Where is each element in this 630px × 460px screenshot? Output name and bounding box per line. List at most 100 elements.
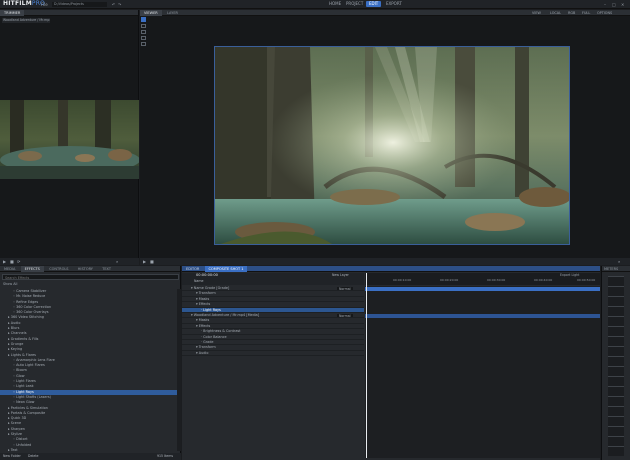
timeline-row-label: Audio [198, 350, 209, 355]
effect-item-label: Lights & Flares [10, 352, 36, 357]
play-icon[interactable]: ▶ [3, 259, 6, 264]
search-effects-box[interactable] [2, 274, 179, 281]
loop-icon[interactable]: ⟳ [17, 259, 20, 264]
nav-export[interactable]: EXPORT [383, 1, 405, 7]
full-control[interactable]: FULL [582, 11, 590, 15]
effect-item[interactable]: ▸ Text [0, 448, 177, 451]
timeline-tracks[interactable] [365, 273, 600, 458]
ruler-tick: 00:00:50:00 [577, 278, 596, 282]
new-folder-button[interactable]: New Folder [3, 454, 21, 458]
top-bar: HITFILMPRO File D:/Videos/Projects ↶ ↷ H… [0, 0, 630, 9]
delete-button[interactable]: Delete [28, 454, 38, 458]
effect-item-label: Channels [10, 331, 27, 336]
meter-tick [608, 296, 624, 297]
meter-tick [608, 306, 624, 307]
effect-item-label: Neon Glow [16, 400, 35, 405]
effect-item-label: Grunge [10, 341, 24, 346]
tab-media[interactable]: MEDIA [0, 266, 19, 272]
close-icon[interactable]: ✕ [621, 2, 624, 7]
tab-controls[interactable]: CONTROLS [45, 266, 72, 272]
effect-item-label: Portals & Composite [10, 410, 46, 415]
effect-item-label: Distort [16, 437, 28, 442]
effect-item-label: Refine Edges [16, 299, 39, 304]
timeline-row[interactable]: ▾ Audio [182, 350, 364, 357]
file-menu[interactable]: File [41, 3, 48, 7]
export-button[interactable]: Export Light [560, 273, 579, 277]
nav-home[interactable]: HOME [326, 1, 344, 7]
effect-item-label: Scene [10, 421, 22, 426]
effects-scrollbar[interactable] [177, 289, 181, 451]
effects-panel: MEDIA EFFECTS CONTROLS HISTORY TEXT Show… [0, 266, 181, 460]
effect-item-label: Gradients & Fills [10, 336, 39, 341]
timeline-row-label: Effects [198, 323, 211, 328]
nav-project[interactable]: PROJECT [343, 1, 366, 7]
trimmer-video-frame[interactable] [0, 100, 139, 179]
tab-viewer[interactable]: VIEWER [140, 10, 162, 16]
name-column-header: Name [194, 279, 204, 283]
move-tool-icon[interactable] [141, 24, 146, 28]
show-all-select[interactable]: Show All [3, 282, 17, 286]
maximize-icon[interactable]: □ [612, 2, 616, 7]
project-path[interactable]: D:/Videos/Projects [52, 2, 107, 7]
viewer-play-icon[interactable]: ▶ [143, 259, 146, 264]
items-count: 915 Items [157, 454, 174, 458]
meter-tick [608, 346, 624, 347]
effect-item-label: 360 Color Correction [16, 304, 52, 309]
redo-icon[interactable]: ↷ [118, 2, 121, 7]
search-effects-input[interactable] [3, 275, 175, 281]
media-layer-bar[interactable] [365, 314, 600, 318]
blend-mode-select[interactable]: Normal [337, 313, 353, 318]
timeline-row-label: Effects [198, 302, 211, 307]
hand-tool-icon[interactable] [141, 42, 146, 46]
effect-item-label: Glow [16, 373, 25, 378]
viewer-stop-icon[interactable]: ■ [150, 259, 154, 264]
mask-tool-icon[interactable] [141, 30, 146, 34]
pen-tool-icon[interactable] [141, 36, 146, 40]
tab-effects[interactable]: EFFECTS [20, 266, 44, 272]
meter-tick [608, 396, 624, 397]
effect-item-label: Camera Stabilizer [16, 289, 47, 293]
tab-editor[interactable]: EDITOR [182, 266, 203, 272]
timeline-row-label: Masks [198, 296, 210, 301]
rgb-control[interactable]: RGB [568, 11, 575, 15]
tab-layer[interactable]: LAYER [163, 10, 182, 16]
tab-composite-shot[interactable]: COMPOSITE SHOT 1 [204, 266, 248, 272]
effect-item-label: 360 Video Stitching [10, 315, 44, 320]
trimmer-source-select[interactable]: Woodland Adventure / Mr.mp4 [2, 18, 50, 23]
timeline-row-label: Transform [198, 345, 216, 350]
grade-layer-bar[interactable] [365, 287, 600, 291]
composite-frame[interactable] [214, 46, 570, 245]
tab-history[interactable]: HISTORY [74, 266, 97, 272]
playhead[interactable] [366, 273, 367, 458]
meter-tick [608, 356, 624, 357]
options-control[interactable]: OPTIONS [597, 11, 612, 15]
local-control[interactable]: LOCAL [550, 11, 561, 15]
viewer-header: VIEWER LAYER VIEW LOCAL RGB FULL OPTIONS [140, 10, 630, 16]
effect-item-label: Unfolded [16, 442, 32, 447]
timeline-ruler[interactable]: 00:00:10:00 00:00:20:00 00:00:30:00 00:0… [365, 273, 600, 285]
stop-icon[interactable]: ■ [10, 259, 14, 264]
meter-tick [608, 406, 624, 407]
tab-text[interactable]: TEXT [98, 266, 115, 272]
minimize-icon[interactable]: – [604, 2, 606, 7]
timecode[interactable]: 00:00:00:00 [196, 273, 218, 278]
meter-tick [608, 446, 624, 447]
select-tool-icon[interactable] [141, 17, 146, 22]
zoom-icon[interactable]: ⌕ [116, 259, 118, 264]
meter-tick [608, 426, 624, 427]
view-control[interactable]: VIEW [532, 11, 541, 15]
viewer-zoom-icon[interactable]: ⌕ [618, 259, 620, 264]
tab-trimmer[interactable]: TRIMMER [0, 10, 25, 16]
effect-item-label: Sharpen [10, 426, 25, 431]
undo-icon[interactable]: ↶ [112, 2, 115, 7]
blend-mode-select[interactable]: Normal [337, 287, 353, 291]
trimmer-transport: ▶ ■ ⟳ ⌕ [0, 258, 139, 265]
meter-tick [608, 366, 624, 367]
meter-tick [608, 436, 624, 437]
nav-edit[interactable]: EDIT [366, 1, 382, 7]
meter-tick [608, 376, 624, 377]
new-layer-button[interactable]: New Layer [332, 273, 349, 277]
effect-item-label: Anamorphic Lens Flare [16, 357, 55, 362]
effects-tree: ◦ Camera Stabilizer ◦ Mr. Noise Reduce ◦ R… [0, 289, 177, 451]
meters-panel: METERS [601, 266, 630, 460]
